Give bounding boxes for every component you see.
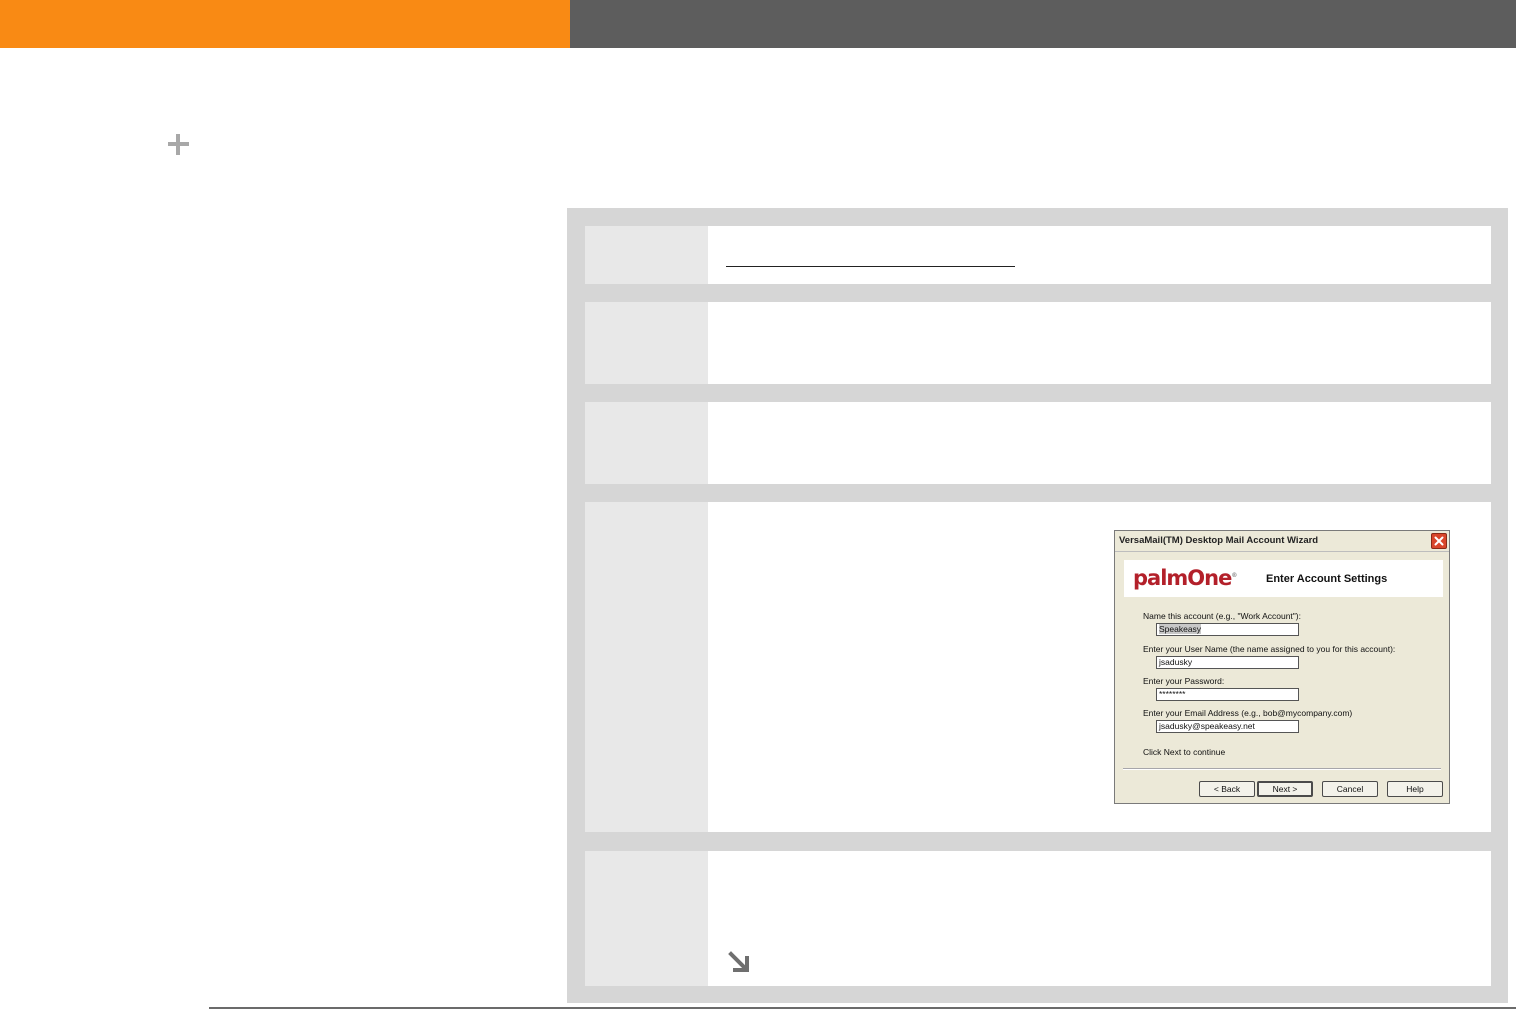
button-separator bbox=[1123, 768, 1441, 770]
close-button[interactable] bbox=[1431, 533, 1447, 549]
step-number-cell bbox=[585, 302, 708, 384]
email-input[interactable]: jsadusky@speakeasy.net bbox=[1156, 720, 1299, 733]
steps-panel: VersaMail(TM) Desktop Mail Account Wizar… bbox=[567, 208, 1508, 1003]
step-number-cell bbox=[585, 226, 708, 284]
step-row-5 bbox=[585, 851, 1491, 986]
step-row-1 bbox=[585, 226, 1491, 284]
step-number-cell bbox=[585, 851, 708, 986]
help-button[interactable]: Help bbox=[1387, 781, 1443, 797]
wizard-title: VersaMail(TM) Desktop Mail Account Wizar… bbox=[1119, 535, 1319, 546]
footer-rule bbox=[209, 1007, 1516, 1009]
password-input[interactable]: ******** bbox=[1156, 688, 1299, 701]
user-name-label: Enter your User Name (the name assigned … bbox=[1143, 644, 1396, 654]
account-name-label: Name this account (e.g., "Work Account")… bbox=[1143, 611, 1301, 621]
palmone-logo: palmOne® bbox=[1133, 566, 1237, 590]
instruction-text: Click Next to continue bbox=[1143, 747, 1226, 757]
wizard-header: palmOne® Enter Account Settings bbox=[1124, 560, 1443, 597]
header-bar-orange bbox=[0, 0, 570, 48]
step-number-cell bbox=[585, 402, 708, 484]
email-label: Enter your Email Address (e.g., bob@myco… bbox=[1143, 708, 1353, 718]
step-row-2 bbox=[585, 302, 1491, 384]
close-icon bbox=[1434, 536, 1444, 546]
user-name-input[interactable]: jsadusky bbox=[1156, 656, 1299, 669]
plus-icon[interactable] bbox=[168, 134, 189, 155]
account-name-input[interactable]: Speakeasy bbox=[1156, 623, 1299, 636]
step-row-4: VersaMail(TM) Desktop Mail Account Wizar… bbox=[585, 502, 1491, 832]
back-button[interactable]: < Back bbox=[1199, 781, 1255, 797]
continue-arrow-icon[interactable] bbox=[726, 949, 752, 975]
wizard-step-title: Enter Account Settings bbox=[1266, 573, 1388, 585]
password-label: Enter your Password: bbox=[1143, 676, 1225, 686]
account-wizard-dialog: VersaMail(TM) Desktop Mail Account Wizar… bbox=[1114, 530, 1450, 804]
header-bar-gray bbox=[570, 0, 1516, 48]
link-underline[interactable] bbox=[726, 266, 1015, 267]
step-row-3 bbox=[585, 402, 1491, 484]
cancel-button[interactable]: Cancel bbox=[1322, 781, 1378, 797]
next-button[interactable]: Next > bbox=[1257, 781, 1313, 797]
step-number-cell bbox=[585, 502, 708, 832]
wizard-title-bar: VersaMail(TM) Desktop Mail Account Wizar… bbox=[1115, 531, 1449, 552]
